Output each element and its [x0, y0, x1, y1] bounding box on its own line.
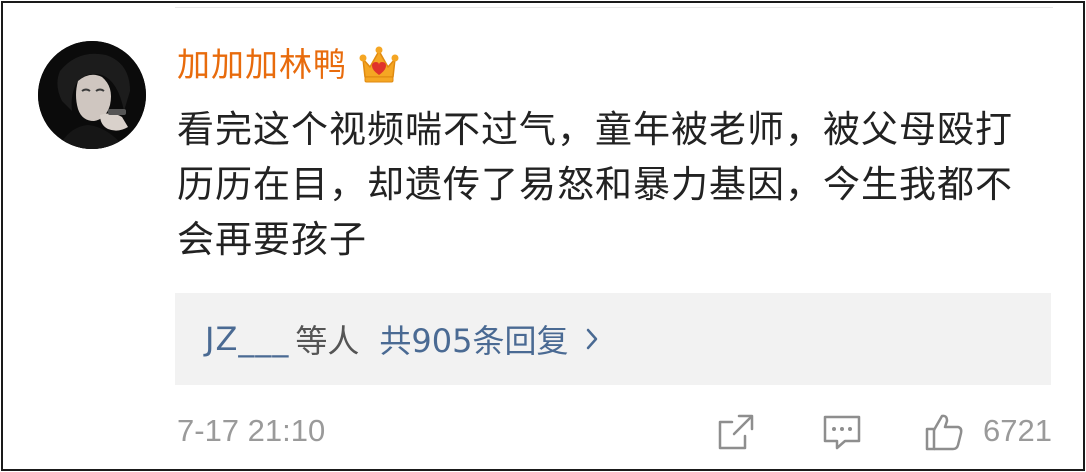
share-icon[interactable]: [715, 411, 757, 453]
thumbs-up-icon[interactable]: [923, 411, 965, 453]
like-count: 6721: [983, 413, 1052, 448]
comment-card: 加加加林鸭 看完这个视频喘不过气，童年被老师，被父母殴打历历在目，却遗传了易怒和…: [1, 1, 1085, 471]
avatar-image: [38, 41, 146, 149]
username[interactable]: 加加加林鸭: [177, 41, 347, 89]
reply-user-link[interactable]: JZ___: [205, 320, 289, 358]
top-divider: [175, 7, 1053, 8]
reply-summary[interactable]: JZ___ 等人 共905条回复: [175, 293, 1051, 385]
avatar[interactable]: [38, 41, 146, 149]
crown-icon: [357, 43, 401, 87]
chevron-right-icon: [582, 325, 602, 353]
comment-footer: 7-17 21:10 6721: [175, 407, 1052, 459]
reply-suffix: 等人: [295, 322, 360, 360]
comment-text: 看完这个视频喘不过气，童年被老师，被父母殴打历历在目，却遗传了易怒和暴力基因，今…: [177, 108, 1013, 261]
timestamp: 7-17 21:10: [177, 413, 326, 448]
reply-count-link[interactable]: 共905条回复: [379, 316, 568, 362]
username-row: 加加加林鸭: [177, 41, 401, 89]
comment-icon[interactable]: [821, 411, 863, 453]
